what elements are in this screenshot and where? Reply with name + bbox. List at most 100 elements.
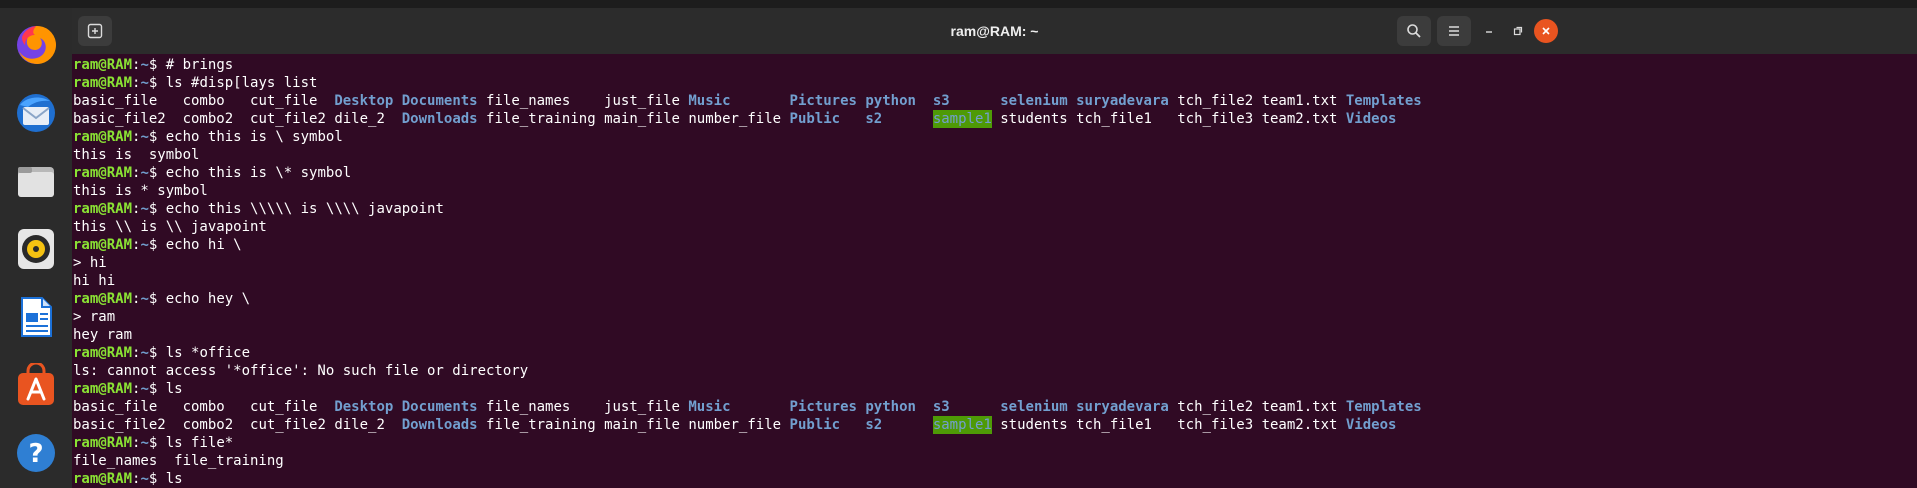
ls-entry: file_training [486,417,596,433]
terminal-line: ram@RAM:~$ ls [73,381,183,397]
minimize-button[interactable] [1477,19,1501,43]
new-tab-icon [87,23,103,39]
ls-entry: cut_file2 [250,417,326,433]
ls-entry: Documents [401,399,478,415]
svg-text:?: ? [28,439,43,469]
ls-entry: Videos [1345,417,1397,433]
ls-entry: number_file [688,111,782,127]
search-icon [1407,24,1421,38]
ls-entry: team2.txt [1261,417,1338,433]
ls-entry: team1.txt [1261,93,1338,109]
new-tab-button[interactable] [78,16,112,46]
ls-entry: Templates [1345,93,1422,109]
ls-entry: Downloads [401,417,478,433]
thunderbird-icon [17,94,55,132]
terminal-line: ram@RAM:~$ ls #disp[lays list [73,75,318,91]
ls-entry: cut_file [250,399,318,415]
firefox-icon [17,25,57,64]
ls-entry: s3 [932,399,950,415]
ls-entry: dile_2 [334,417,385,433]
ls-entry: team2.txt [1261,111,1338,127]
ls-entry: main_file [604,111,680,127]
ls-entry: basic_file [73,399,158,415]
ls-entry: combo [182,399,225,415]
ls-listing-row: basic_file2 combo2 cut_file2 dile_2 Download… [73,416,1913,434]
ls-entry: Downloads [401,111,478,127]
terminal-line: ram@RAM:~$ echo this \\\\\ is \\\\ javap… [73,201,444,217]
terminal-line: ram@RAM:~$ ls *office [73,345,251,361]
dock-rhythmbox[interactable] [11,224,61,274]
ls-entry: selenium [1000,399,1068,415]
dock-help[interactable]: ? [11,428,61,478]
window-titlebar: ram@RAM: ~ [72,8,1917,54]
help-icon: ? [17,434,55,472]
dock-firefox[interactable] [11,20,61,70]
ls-entry: Public [789,417,841,433]
ls-entry: basic_file [73,93,158,109]
ls-entry: just_file [604,93,680,109]
close-button[interactable] [1534,19,1558,43]
ls-entry: students [1000,111,1068,127]
ls-entry: Music [688,399,731,415]
ls-entry: Templates [1345,399,1422,415]
ls-entry: file_training [486,111,596,127]
search-button[interactable] [1397,16,1431,46]
ls-entry: combo2 [182,111,234,127]
dock-libreoffice-writer[interactable] [11,292,61,342]
terminal-line: ram@RAM:~$ echo hey \ [73,291,251,307]
ls-entry: Pictures [789,93,857,109]
ls-entry: cut_file [250,93,318,109]
ls-entry: combo [182,93,225,109]
ls-entry: dile_2 [334,111,385,127]
top-system-bar [0,0,1917,8]
terminal-line: ram@RAM:~$ echo hi \ [73,237,242,253]
dock: ? [0,8,72,488]
minimize-icon [1486,31,1492,33]
ls-entry: basic_file2 [73,111,166,127]
ls-entry: suryadevara [1076,93,1169,109]
terminal-continuation-line: > hi [73,255,107,271]
ls-entry: basic_file2 [73,417,166,433]
ls-entry: sample1 [932,416,992,434]
terminal-output-line: hi hi [73,273,116,289]
ls-entry: python [865,93,916,109]
terminal-error-line: ls: cannot access '*office': No such fil… [73,363,529,379]
terminal-output-line: this is * symbol [73,183,208,199]
libreoffice-writer-icon [21,297,52,337]
restore-icon [1513,26,1523,36]
ls-entry: Pictures [789,399,857,415]
rhythmbox-icon [18,229,54,269]
ls-listing-row: basic_file combo cut_file Desktop Documents f… [73,398,1913,416]
window-title: ram@RAM: ~ [950,23,1039,39]
files-icon [18,167,54,197]
ls-entry: file_names [486,93,571,109]
terminal-line: ram@RAM:~$ ls file* [73,435,234,451]
ls-entry: team1.txt [1261,399,1338,415]
terminal-output[interactable]: ram@RAM:~$ # brings ram@RAM:~$ ls #disp[… [73,56,1913,488]
menu-button[interactable] [1437,16,1471,46]
ls-listing-row: basic_file2 combo2 cut_file2 dile_2 Download… [73,110,1913,128]
ls-entry: suryadevara [1076,399,1169,415]
ls-entry: s3 [932,93,950,109]
dock-thunderbird[interactable] [11,88,61,138]
ls-entry: s2 [865,417,883,433]
ls-entry: tch_file3 [1177,111,1254,127]
ls-entry: tch_file2 [1177,93,1254,109]
ls-entry: tch_file3 [1177,417,1254,433]
ls-entry: tch_file1 [1076,417,1152,433]
terminal-continuation-line: > ram [73,309,116,325]
terminal-line: ram@RAM:~$ echo this is \ symbol [73,129,343,145]
terminal-line: ram@RAM:~$ ls [73,471,183,487]
ls-entry: tch_file1 [1076,111,1152,127]
dock-files[interactable] [11,156,61,206]
ls-entry: number_file [688,417,782,433]
ls-entry: tch_file2 [1177,399,1254,415]
dock-software[interactable] [11,360,61,410]
terminal-line: ram@RAM:~$ # brings [73,57,234,73]
ls-listing-row: basic_file combo cut_file Desktop Documents f… [73,92,1913,110]
terminal-output-line: hey ram [73,327,133,343]
maximize-button[interactable] [1506,19,1530,43]
ls-entry: students [1000,417,1068,433]
ls-entry: cut_file2 [250,111,326,127]
terminal-line: ram@RAM:~$ echo this is \* symbol [73,165,352,181]
